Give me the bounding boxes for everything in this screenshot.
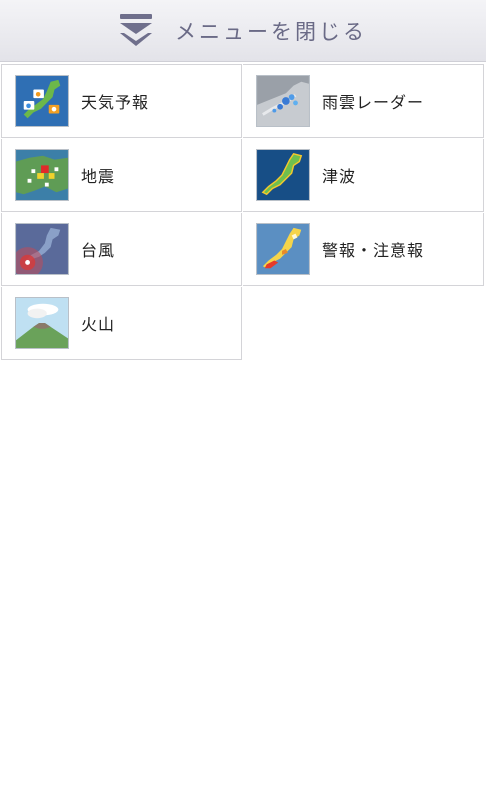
menu-item-label: 津波: [322, 167, 357, 186]
menu-item-label: 火山: [81, 315, 116, 334]
typhoon-map-icon: [15, 223, 69, 275]
menu-item-warnings[interactable]: 警報・注意報: [243, 213, 484, 286]
warning-map-icon: [256, 223, 310, 275]
double-chevron-down-icon: [119, 13, 153, 50]
menu-item-tsunami[interactable]: 津波: [243, 139, 484, 212]
japan-forecast-map-icon: [15, 75, 69, 127]
menu-item-volcano[interactable]: 火山: [1, 287, 242, 360]
menu-item-label: 地震: [81, 167, 116, 186]
menu-item-label: 雨雲レーダー: [322, 93, 425, 112]
menu-item-forecast[interactable]: 天気予報: [1, 64, 242, 138]
menu-item-label: 台風: [81, 241, 116, 260]
menu-item-typhoon[interactable]: 台風: [1, 213, 242, 286]
earthquake-map-icon: [15, 149, 69, 201]
tsunami-map-icon: [256, 149, 310, 201]
menu-item-radar[interactable]: 雨雲レーダー: [243, 64, 484, 138]
rain-radar-map-icon: [256, 75, 310, 127]
volcano-image-icon: [15, 297, 69, 349]
close-menu-button[interactable]: メニューを閉じる: [0, 0, 486, 62]
menu-item-label: 警報・注意報: [322, 241, 425, 260]
close-menu-label: メニューを閉じる: [175, 19, 367, 44]
menu-item-label: 天気予報: [81, 93, 150, 112]
menu-item-earthquake[interactable]: 地震: [1, 139, 242, 212]
